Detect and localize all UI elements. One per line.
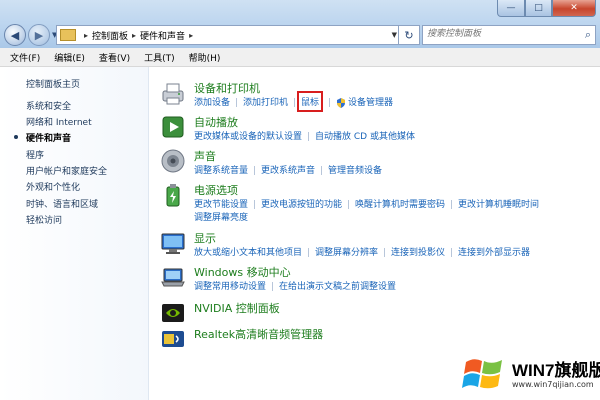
menu-file[interactable]: 文件(F): [10, 51, 40, 64]
back-button[interactable]: ◀: [4, 24, 26, 46]
menu-bar: 文件(F) 编辑(E) 查看(V) 工具(T) 帮助(H): [0, 48, 600, 67]
watermark: WIN7旗舰版 www.win7qijian.com: [458, 348, 600, 400]
link-divider: [321, 166, 323, 175]
sidebar-item-programs[interactable]: 程序: [26, 148, 44, 161]
menu-view[interactable]: 查看(V): [99, 51, 130, 64]
category-links: 调整系统音量 更改系统声音 管理音频设备: [194, 163, 382, 176]
sidebar-item-user-accounts[interactable]: 用户帐户和家庭安全: [26, 164, 107, 177]
category-title-realtek[interactable]: Realtek高清晰音频管理器: [194, 326, 323, 342]
link-divider: [272, 282, 274, 291]
link-divider: [294, 98, 296, 107]
link-sleep-time[interactable]: 更改计算机睡眠时间: [458, 197, 539, 210]
sidebar-item-clock-region[interactable]: 时钟、语言和区域: [26, 197, 98, 210]
search-box[interactable]: ⌕: [422, 25, 596, 45]
speaker-icon: [161, 149, 185, 173]
link-divider: [384, 248, 386, 257]
window-chrome: — □ ✕ ◀ ▶ ▼ ▸ 控制面板 ▸ 硬件和声音 ▸ ▼ ↻ ⌕: [0, 0, 600, 48]
window-buttons: — □ ✕: [497, 0, 596, 17]
link-wake-password[interactable]: 唤醒计算机时需要密码: [355, 197, 445, 210]
link-divider: [308, 248, 310, 257]
printer-icon: [162, 83, 184, 105]
link-screen-resolution[interactable]: 调整屏幕分辨率: [315, 245, 378, 258]
link-change-sounds[interactable]: 更改系统声音: [261, 163, 315, 176]
link-adjust-volume[interactable]: 调整系统音量: [194, 163, 248, 176]
display-icon: [161, 233, 185, 254]
sidebar-item-system-security[interactable]: 系统和安全: [26, 99, 71, 112]
breadcrumb-control-panel[interactable]: 控制面板: [92, 29, 128, 42]
category-title-mobility-center[interactable]: Windows 移动中心: [194, 264, 291, 280]
link-divider: [254, 200, 256, 209]
realtek-icon: [162, 331, 184, 347]
link-divider: [254, 166, 256, 175]
close-button[interactable]: ✕: [552, 0, 596, 17]
link-divider: [451, 200, 453, 209]
address-bar[interactable]: ▸ 控制面板 ▸ 硬件和声音 ▸ ▼ ↻: [56, 25, 420, 45]
breadcrumb-hardware-sound[interactable]: 硬件和声音: [140, 29, 185, 42]
autoplay-icon: [162, 116, 184, 138]
address-dropdown-icon[interactable]: ▼: [392, 31, 397, 39]
watermark-url: www.win7qijian.com: [512, 380, 594, 389]
nav-buttons: ◀ ▶ ▼: [4, 24, 61, 46]
link-external-display[interactable]: 连接到外部显示器: [458, 245, 530, 258]
sidebar-item-network[interactable]: 网络和 Internet: [26, 115, 92, 128]
sidebar: 控制面板主页 系统和安全 网络和 Internet 硬件和声音 程序 用户帐户和…: [0, 67, 149, 400]
category-title-display[interactable]: 显示: [194, 230, 216, 246]
link-text-size[interactable]: 放大或缩小文本和其他项目: [194, 245, 302, 258]
menu-help[interactable]: 帮助(H): [189, 51, 221, 64]
forward-button[interactable]: ▶: [28, 24, 50, 46]
category-title-devices-printers[interactable]: 设备和打印机: [194, 80, 260, 96]
link-connect-projector[interactable]: 连接到投影仪: [391, 245, 445, 258]
category-title-power-options[interactable]: 电源选项: [194, 182, 238, 198]
link-change-media-defaults[interactable]: 更改媒体或设备的默认设置: [194, 129, 302, 142]
category-links: 放大或缩小文本和其他项目 调整屏幕分辨率 连接到投影仪 连接到外部显示器: [194, 245, 530, 258]
menu-tools[interactable]: 工具(T): [144, 51, 175, 64]
power-icon: [166, 184, 180, 207]
category-links-row-2: 调整屏幕亮度: [194, 210, 248, 223]
breadcrumb-separator-icon[interactable]: ▸: [84, 31, 88, 40]
minimize-button[interactable]: —: [497, 0, 525, 17]
category-links: 更改节能设置 更改电源按钮的功能 唤醒计算机时需要密码 更改计算机睡眠时间: [194, 197, 539, 210]
link-divider: [451, 248, 453, 257]
link-device-manager[interactable]: 设备管理器: [348, 95, 393, 108]
category-links: 调整常用移动设置 在给出演示文稿之前调整设置: [194, 279, 396, 292]
link-power-button[interactable]: 更改电源按钮的功能: [261, 197, 342, 210]
category-title-autoplay[interactable]: 自动播放: [194, 114, 238, 130]
link-mouse[interactable]: 鼠标: [297, 91, 324, 112]
windows-logo-icon: [462, 359, 502, 389]
maximize-button[interactable]: □: [525, 0, 552, 17]
control-panel-icon: [60, 29, 76, 41]
watermark-brand: WIN7旗舰版: [512, 361, 600, 380]
search-input[interactable]: [423, 26, 571, 42]
link-add-printer[interactable]: 添加打印机: [243, 95, 288, 108]
sidebar-item-home[interactable]: 控制面板主页: [26, 77, 80, 90]
link-mobility-settings[interactable]: 调整常用移动设置: [194, 279, 266, 292]
breadcrumb-separator-icon[interactable]: ▸: [132, 31, 136, 40]
shield-icon: [337, 97, 346, 108]
category-title-sound[interactable]: 声音: [194, 148, 216, 164]
sidebar-item-hardware-sound[interactable]: 硬件和声音: [26, 131, 71, 144]
link-presentation-settings[interactable]: 在给出演示文稿之前调整设置: [279, 279, 396, 292]
sidebar-item-ease-of-access[interactable]: 轻松访问: [26, 213, 62, 226]
mobility-icon: [161, 268, 185, 287]
category-links: 添加设备 添加打印机 鼠标 设备管理器: [194, 91, 393, 112]
current-item-bullet-icon: [14, 135, 18, 139]
category-title-nvidia[interactable]: NVIDIA 控制面板: [194, 300, 280, 316]
link-divider: [348, 200, 350, 209]
link-add-device[interactable]: 添加设备: [194, 95, 230, 108]
breadcrumb-separator-icon[interactable]: ▸: [189, 31, 193, 40]
link-divider: [308, 132, 310, 141]
link-divider: [236, 98, 238, 107]
search-icon[interactable]: ⌕: [585, 28, 591, 42]
category-links: 更改媒体或设备的默认设置 自动播放 CD 或其他媒体: [194, 129, 415, 142]
link-manage-audio-devices[interactable]: 管理音频设备: [328, 163, 382, 176]
nvidia-icon: [162, 304, 184, 322]
link-screen-brightness[interactable]: 调整屏幕亮度: [194, 210, 248, 223]
link-power-saving[interactable]: 更改节能设置: [194, 197, 248, 210]
sidebar-item-appearance[interactable]: 外观和个性化: [26, 180, 80, 193]
refresh-button[interactable]: ↻: [398, 26, 419, 44]
link-autoplay-cd[interactable]: 自动播放 CD 或其他媒体: [315, 129, 415, 142]
menu-edit[interactable]: 编辑(E): [54, 51, 85, 64]
link-divider: [329, 98, 331, 107]
